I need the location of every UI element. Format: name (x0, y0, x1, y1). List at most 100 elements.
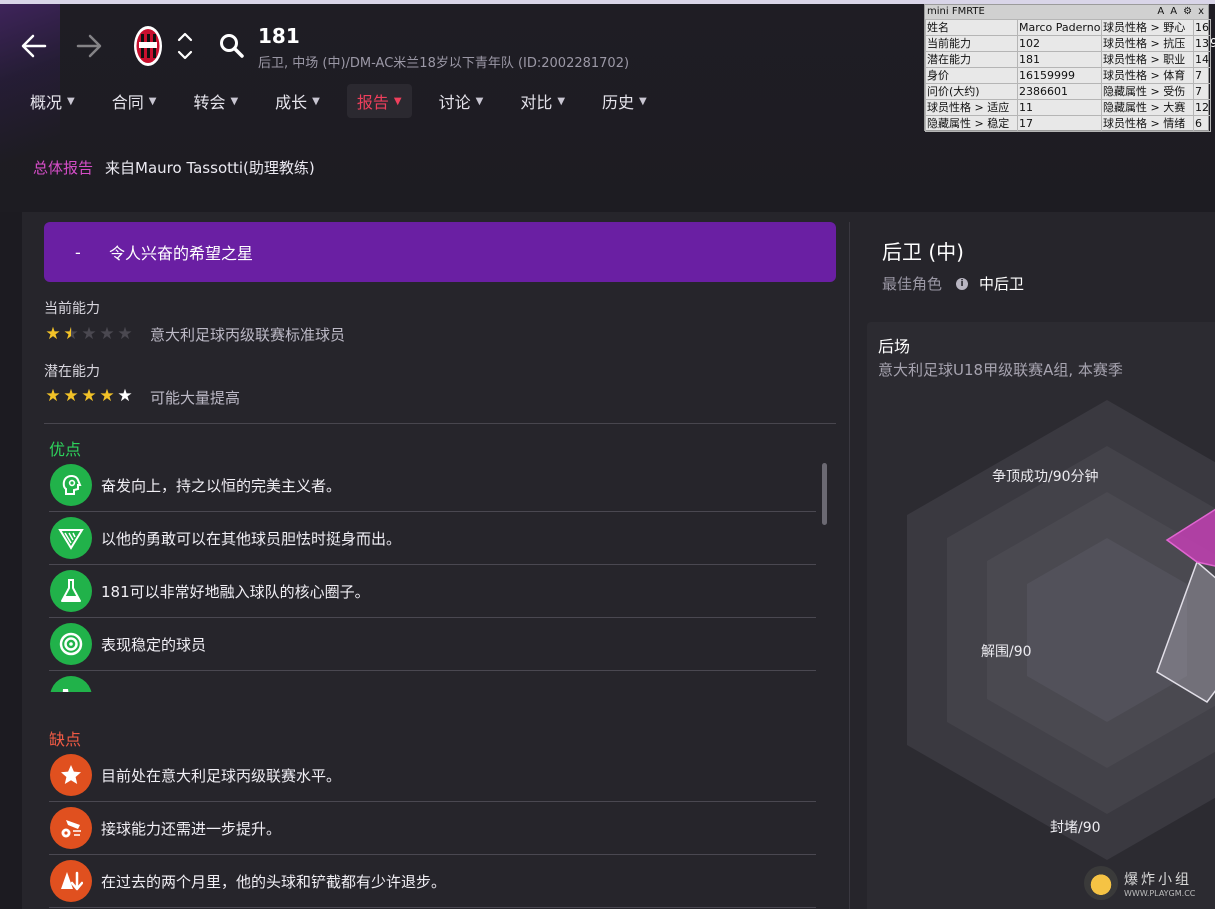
player-subtitle: 后卫, 中场 (中)/DM-AC米兰18岁以下青年队 (ID:200228170… (258, 56, 630, 71)
tab-compare[interactable]: 对比 ▼ (510, 84, 575, 118)
fmrte-cell[interactable]: 隐藏属性 > 大赛 (1101, 99, 1194, 116)
fmrte-cell[interactable]: 102 (1017, 35, 1102, 52)
chevron-down-icon: ▼ (67, 95, 75, 107)
tab-label: 概况 (30, 93, 63, 112)
fmrte-cell[interactable]: 潜在能力 (925, 51, 1018, 68)
star-empty-icon: ★ (81, 324, 97, 344)
fmrte-cell[interactable]: 球员性格 > 适应 (925, 99, 1018, 116)
fmrte-cell[interactable]: Marco Paderno (1017, 19, 1102, 36)
position-title: 后卫 (中) (882, 240, 964, 264)
back-button[interactable] (18, 30, 50, 62)
search-icon (220, 34, 244, 58)
info-icon[interactable]: i (956, 277, 969, 290)
best-role-row: 最佳角色 i 中后卫 (882, 273, 1024, 294)
font-larger-button[interactable]: A (1170, 5, 1177, 19)
fmrte-cell[interactable]: 球员性格 > 抗压 (1101, 35, 1194, 52)
pros-scrollbar[interactable] (822, 463, 827, 525)
star-half-icon: ★ (63, 324, 79, 344)
potential-ability-desc: 可能大量提高 (150, 389, 241, 407)
best-role-value[interactable]: 中后卫 (979, 273, 1024, 294)
player-switch-button[interactable] (175, 28, 195, 64)
list-item-text: 接球能力还需进一步提升。 (101, 819, 282, 838)
fmrte-cell[interactable]: 17 (1017, 115, 1102, 132)
list-item: 181可以非常好地融入球队的核心圈子。 (49, 565, 816, 618)
search-button[interactable] (218, 32, 246, 60)
forward-button[interactable] (73, 30, 105, 62)
fmrte-cell[interactable]: 隐藏属性 > 受伤 (1101, 83, 1194, 100)
list-item-text: 表现稳定的球员 (101, 635, 207, 654)
chevron-down-icon: ▼ (230, 95, 239, 107)
club-crest[interactable] (133, 24, 163, 68)
tab-discuss[interactable]: 讨论 ▼ (429, 84, 494, 118)
ball-control-icon (50, 807, 92, 849)
gear-icon[interactable]: ⚙ (1183, 5, 1192, 19)
boot-icon (50, 676, 92, 692)
fmrte-cell[interactable]: 7 (1193, 67, 1211, 84)
current-ability-desc: 意大利足球丙级联赛标准球员 (150, 326, 346, 344)
radar-chart (907, 400, 1215, 860)
radar-axis-label: 封堵/90 (1050, 820, 1101, 836)
fmrte-cell[interactable]: 181 (1017, 51, 1102, 68)
fmrte-cell[interactable]: 隐藏属性 > 稳定 (925, 115, 1018, 132)
report-source-row: 总体报告 来自Mauro Tassotti(助理教练) (33, 157, 315, 178)
report-kind-link[interactable]: 总体报告 (33, 157, 93, 178)
profile-tabs: 概况 ▼ 合同 ▼ 转会 ▼ 成长 ▼ 报告 ▼ 讨论 ▼ 对比 ▼ 历史 ▼ (20, 84, 674, 118)
chevron-down-icon: ▼ (557, 95, 566, 107)
target-icon (50, 623, 92, 665)
fmrte-cell[interactable]: 12 (1193, 99, 1211, 116)
fmrte-cell[interactable]: 球员性格 > 野心 (1101, 19, 1194, 36)
fmrte-cell[interactable]: 16 (1193, 19, 1211, 36)
tab-contract[interactable]: 合同 ▼ (102, 84, 167, 118)
tab-reports[interactable]: 报告 ▼ (346, 84, 412, 118)
fmrte-title: mini FMRTE (927, 6, 985, 17)
fmrte-row: 隐藏属性 > 稳定 17 球员性格 > 情绪 6 (925, 115, 1211, 132)
tab-overview[interactable]: 概况 ▼ (20, 84, 85, 118)
fmrte-cell[interactable]: 球员性格 > 职业 (1101, 51, 1194, 68)
tab-development[interactable]: 成长 ▼ (265, 84, 330, 118)
tab-history[interactable]: 历史 ▼ (592, 84, 657, 118)
list-item-text: 181可以非常好地融入球队的核心圈子。 (101, 582, 370, 601)
fmrte-cell[interactable]: 当前能力 (925, 35, 1018, 52)
head-silhouette-icon (50, 464, 92, 506)
flask-icon (50, 570, 92, 612)
star-empty-icon: ★ (99, 324, 115, 344)
list-item: 奋发向上，持之以恒的完美主义者。 (49, 459, 816, 512)
summary-banner-text: 令人兴奋的希望之星 (109, 244, 254, 263)
fmrte-cell[interactable]: 身价 (925, 67, 1018, 84)
tab-label: 成长 (275, 93, 308, 112)
summary-banner: - 令人兴奋的希望之星 (44, 222, 836, 282)
chevron-down-icon: ▼ (148, 95, 157, 107)
font-smaller-button[interactable]: A (1157, 5, 1164, 19)
star-icon: ★ (45, 386, 61, 406)
decline-icon (50, 860, 92, 902)
fmrte-cell[interactable]: 7 (1193, 83, 1211, 100)
list-item: 目前处在意大利足球丙级联赛水平。 (49, 749, 816, 802)
fmrte-row: 潜在能力 181 球员性格 > 职业 14 (925, 51, 1211, 68)
list-item-text: 以他的勇敢可以在其他球员胆怯时挺身而出。 (101, 529, 402, 548)
cons-title: 缺点 (49, 730, 82, 749)
fmrte-cell[interactable]: 2386601 (1017, 83, 1102, 100)
tab-label: 转会 (193, 93, 226, 112)
tab-label: 对比 (520, 93, 553, 112)
fmrte-row: 球员性格 > 适应 11 隐藏属性 > 大赛 12 (925, 99, 1211, 116)
close-icon[interactable]: x (1198, 5, 1204, 19)
fmrte-cell[interactable]: 16159999 (1017, 67, 1102, 84)
watermark-text: 爆炸小组 WWW.PLAYGM.CC (1124, 869, 1195, 898)
fmrte-cell[interactable]: 姓名 (925, 19, 1018, 36)
radar-axis-label: 争顶成功/90分钟 (992, 469, 1099, 485)
fmrte-cell[interactable]: 球员性格 > 情绪 (1101, 115, 1194, 132)
radar-axis-label: 解围/90 (981, 644, 1032, 660)
star-empty-icon: ★ (117, 324, 133, 344)
list-item: 以他的勇敢可以在其他球员胆怯时挺身而出。 (49, 512, 816, 565)
fmrte-cell[interactable]: 问价(大约) (925, 83, 1018, 100)
tab-label: 合同 (111, 93, 144, 112)
fmrte-cell[interactable]: 13 (1193, 35, 1211, 52)
fmrte-cell[interactable]: 6 (1193, 115, 1211, 132)
tab-label: 讨论 (438, 93, 471, 112)
fmrte-row: 身价 16159999 球员性格 > 体育 7 (925, 67, 1211, 84)
fmrte-cell[interactable]: 球员性格 > 体育 (1101, 67, 1194, 84)
fmrte-cell[interactable]: 14 (1193, 51, 1211, 68)
tab-label: 历史 (602, 93, 635, 112)
tab-transfer[interactable]: 转会 ▼ (183, 84, 248, 118)
fmrte-cell[interactable]: 11 (1017, 99, 1102, 116)
